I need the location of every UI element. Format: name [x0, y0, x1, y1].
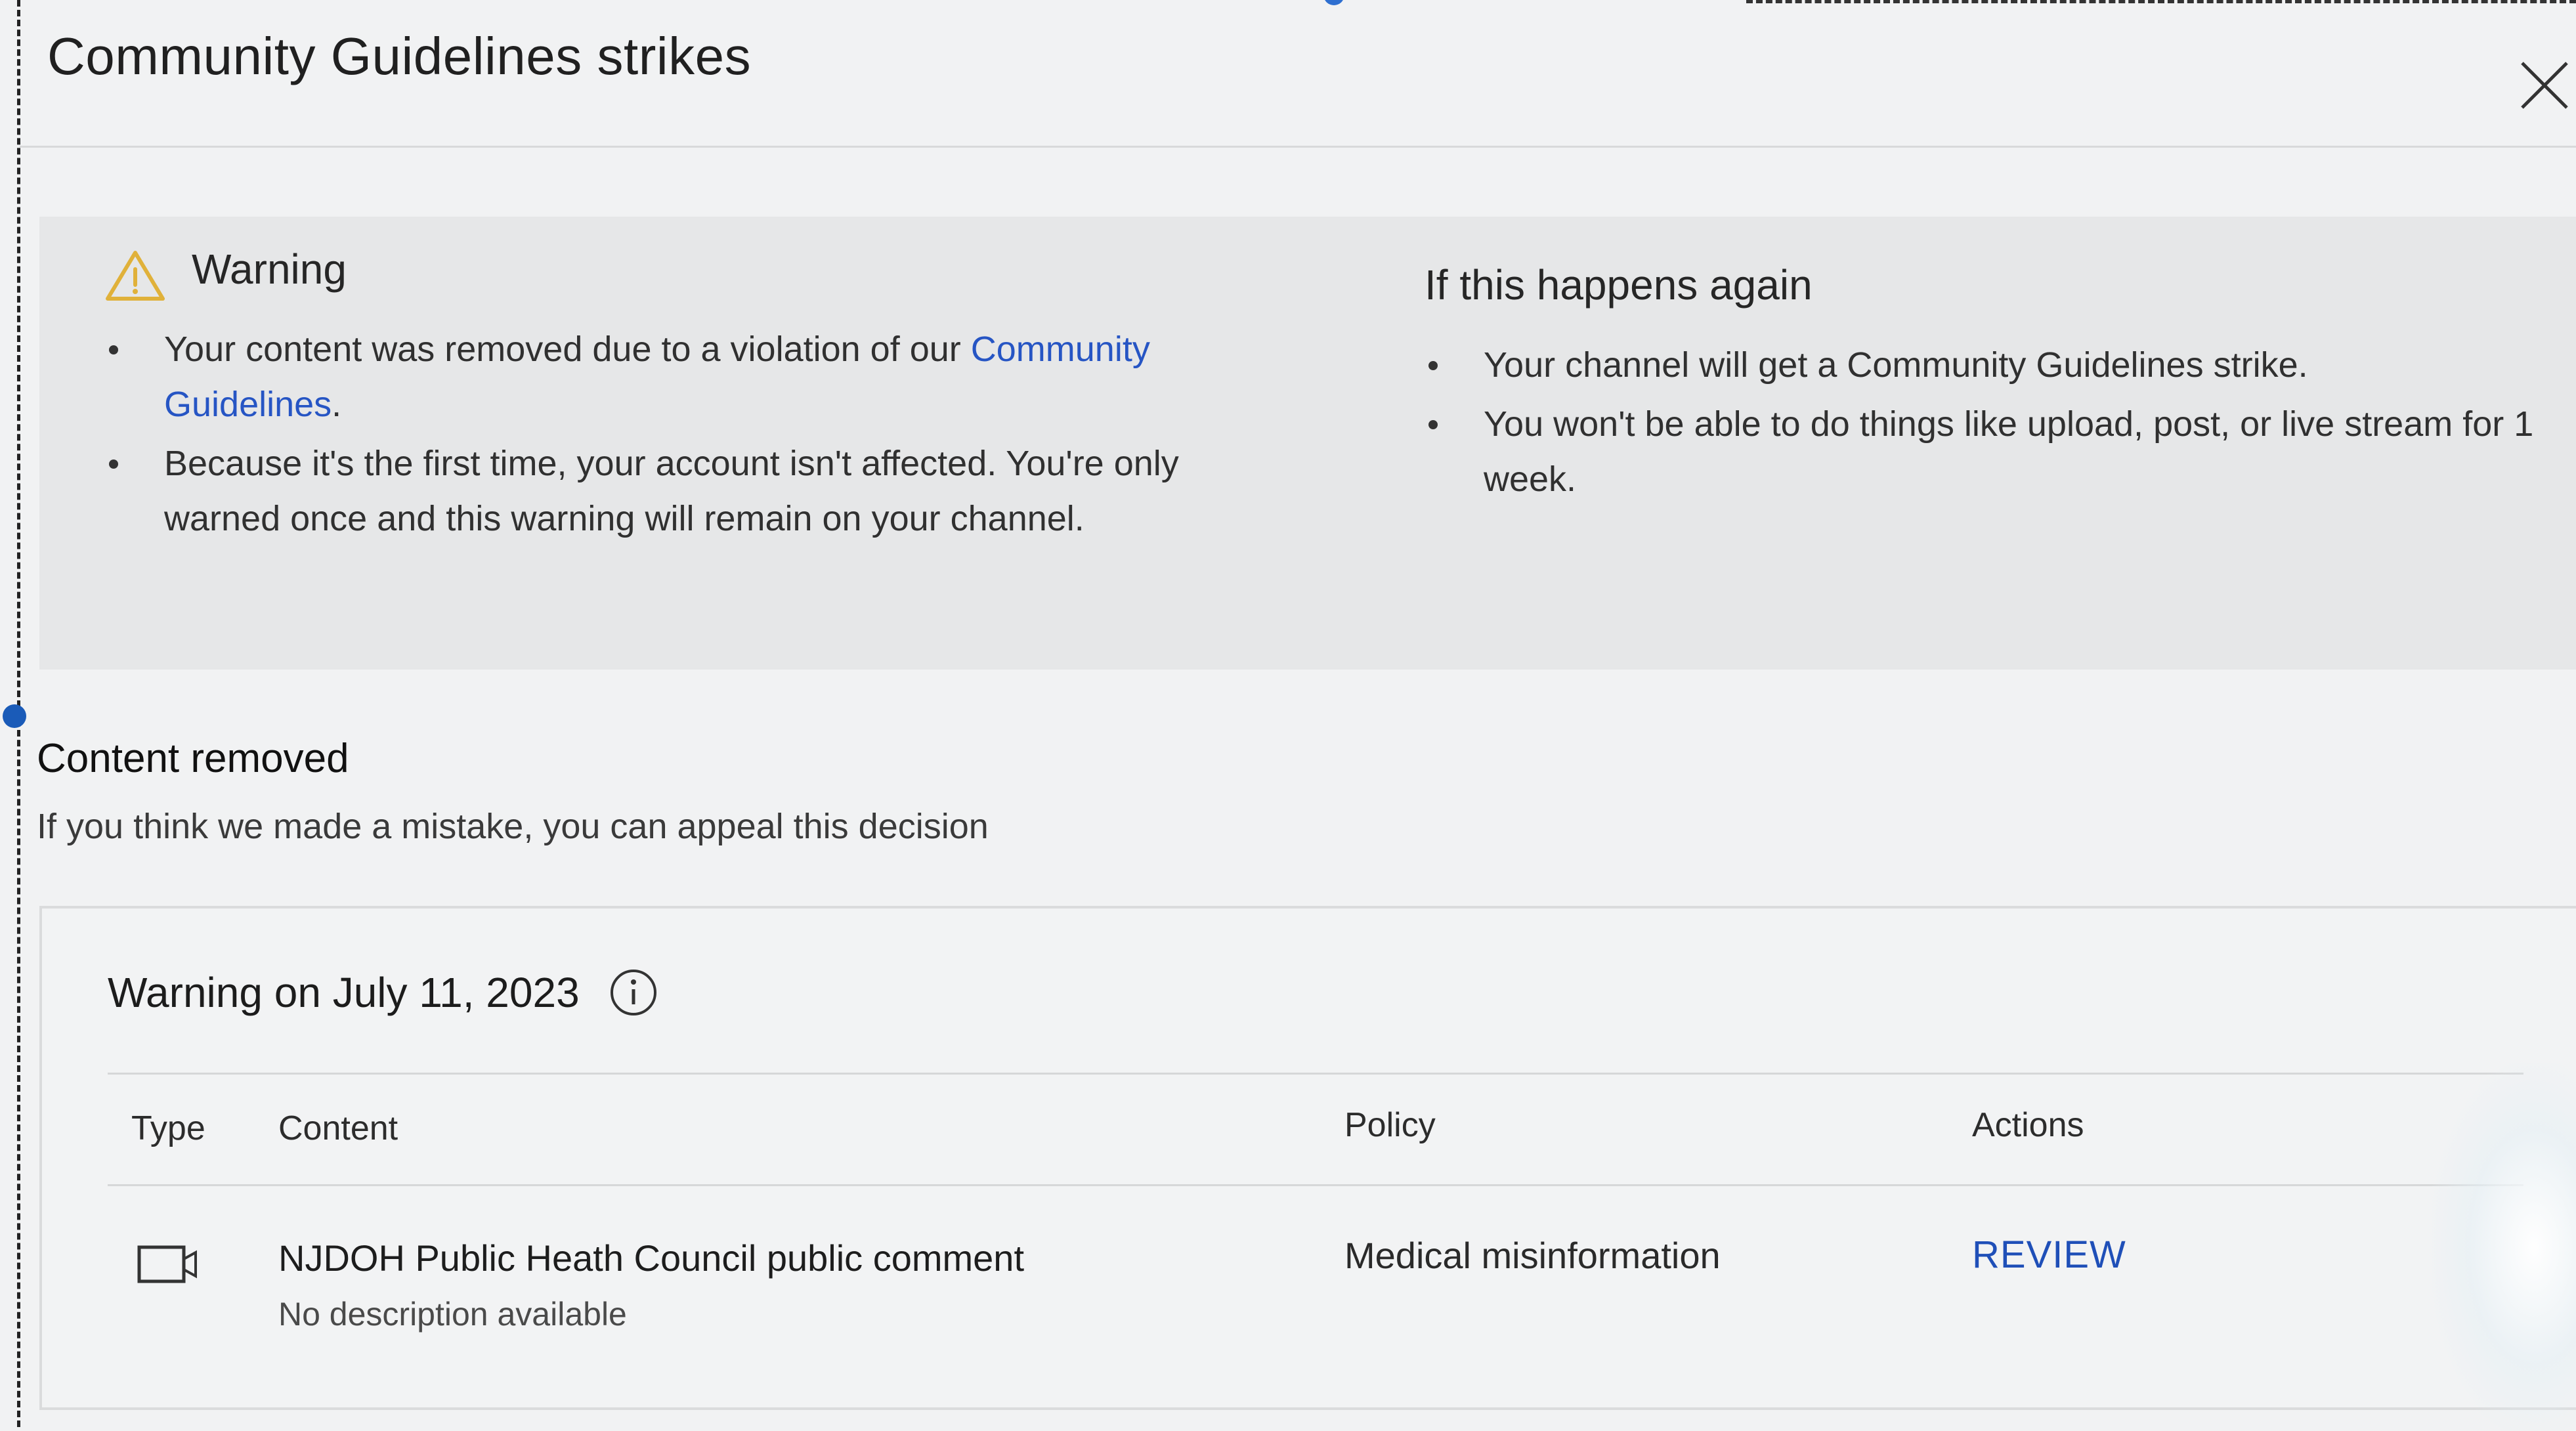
again-bullets: Your channel will get a Community Guidel… — [1425, 337, 2576, 507]
dialog-title: Community Guidelines strikes — [47, 27, 752, 85]
again-header: If this happens again — [1425, 217, 2576, 337]
again-bullet-restrictions: You won't be able to do things like uplo… — [1425, 396, 2576, 507]
strike-info-panel: Warning Your content was removed due to … — [39, 217, 2576, 670]
column-header-actions: Actions — [1972, 1106, 2084, 1144]
again-bullet-strike: Your channel will get a Community Guidel… — [1425, 337, 2576, 393]
warning-bullet-first-time: Because it's the first time, your accoun… — [105, 436, 1287, 546]
content-removed-title: Content removed — [37, 736, 349, 781]
dashed-frame-top — [1746, 0, 2576, 3]
video-icon — [137, 1245, 197, 1283]
again-heading: If this happens again — [1425, 261, 1813, 309]
type-cell — [137, 1243, 200, 1289]
warning-bullets: Your content was removed due to a violat… — [105, 322, 1287, 546]
header-divider — [20, 146, 2576, 148]
card-divider-top — [108, 1073, 2523, 1075]
column-header-policy: Policy — [1344, 1106, 1436, 1144]
info-icon[interactable] — [609, 968, 658, 1017]
content-cell: NJDOH Public Heath Council public commen… — [278, 1237, 1024, 1333]
appeal-hint: If you think we made a mistake, you can … — [37, 807, 989, 846]
warning-card: Warning on July 11, 2023 Type Content Po… — [39, 906, 2576, 1410]
close-icon — [2521, 62, 2568, 109]
policy-cell: Medical misinformation — [1344, 1235, 1721, 1276]
warning-column: Warning Your content was removed due to … — [105, 217, 1287, 550]
warning-triangle-icon — [106, 251, 165, 301]
content-title[interactable]: NJDOH Public Heath Council public commen… — [278, 1237, 1024, 1279]
close-button[interactable] — [2513, 54, 2576, 117]
selection-handle[interactable] — [3, 704, 26, 728]
review-button[interactable]: REVIEW — [1972, 1233, 2126, 1277]
again-column: If this happens again Your channel will … — [1425, 217, 2576, 511]
card-divider-header — [108, 1184, 2523, 1186]
card-header: Warning on July 11, 2023 — [108, 968, 658, 1017]
column-header-content: Content — [278, 1109, 398, 1147]
column-header-type: Type — [131, 1109, 205, 1147]
content-description: No description available — [278, 1296, 627, 1333]
violation-text-end: . — [332, 385, 342, 424]
selection-handle-top[interactable] — [1323, 0, 1344, 5]
warning-heading: Warning — [192, 246, 347, 293]
violation-text: Your content was removed due to a violat… — [164, 330, 971, 369]
warning-header: Warning — [105, 217, 1287, 322]
card-title: Warning on July 11, 2023 — [108, 969, 580, 1016]
warning-bullet-violation: Your content was removed due to a violat… — [105, 322, 1287, 432]
